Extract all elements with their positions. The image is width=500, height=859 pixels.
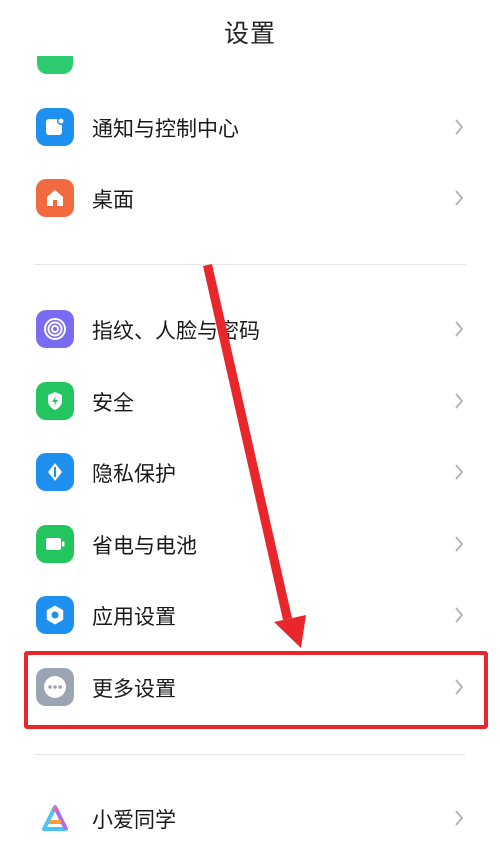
settings-item-label: 安全 bbox=[92, 391, 134, 415]
gear-icon bbox=[36, 596, 74, 634]
chevron-right-icon bbox=[455, 464, 464, 480]
settings-item-battery[interactable]: 省电与电池 bbox=[0, 515, 500, 575]
shield-icon bbox=[36, 382, 74, 420]
partial-settings-icon bbox=[37, 56, 73, 74]
settings-item-notifications[interactable]: 通知与控制中心 bbox=[0, 98, 500, 158]
chevron-right-icon bbox=[455, 536, 464, 552]
home-icon bbox=[36, 179, 74, 217]
settings-item-privacy[interactable]: 隐私保护 bbox=[0, 443, 500, 503]
page-title: 设置 bbox=[223, 19, 276, 48]
chevron-right-icon bbox=[455, 393, 464, 409]
settings-item-label: 小爱同学 bbox=[92, 808, 176, 832]
xiaoai-icon bbox=[36, 799, 74, 837]
settings-item-label: 指纹、人脸与密码 bbox=[92, 319, 260, 343]
settings-item-label: 桌面 bbox=[92, 188, 134, 212]
settings-item-security[interactable]: 安全 bbox=[0, 372, 500, 432]
settings-item-label: 应用设置 bbox=[92, 605, 176, 629]
chevron-right-icon bbox=[455, 190, 464, 206]
battery-icon bbox=[36, 525, 74, 563]
notification-icon bbox=[36, 108, 74, 146]
privacy-icon bbox=[36, 453, 74, 491]
section-divider bbox=[34, 264, 466, 265]
chevron-right-icon bbox=[455, 321, 464, 337]
chevron-right-icon bbox=[455, 810, 464, 826]
settings-item-label: 省电与电池 bbox=[92, 534, 197, 558]
chevron-right-icon bbox=[455, 607, 464, 623]
chevron-right-icon bbox=[455, 119, 464, 135]
section-divider bbox=[34, 754, 466, 755]
fingerprint-icon bbox=[36, 310, 74, 348]
settings-item-label: 隐私保护 bbox=[92, 462, 176, 486]
settings-item-app-settings[interactable]: 应用设置 bbox=[0, 586, 500, 646]
settings-item-label: 通知与控制中心 bbox=[92, 117, 239, 141]
settings-item-fingerprint[interactable]: 指纹、人脸与密码 bbox=[0, 300, 500, 360]
settings-item-desktop[interactable]: 桌面 bbox=[0, 169, 500, 229]
highlight-box bbox=[24, 651, 488, 729]
settings-item-xiaoai[interactable]: 小爱同学 bbox=[0, 789, 500, 849]
